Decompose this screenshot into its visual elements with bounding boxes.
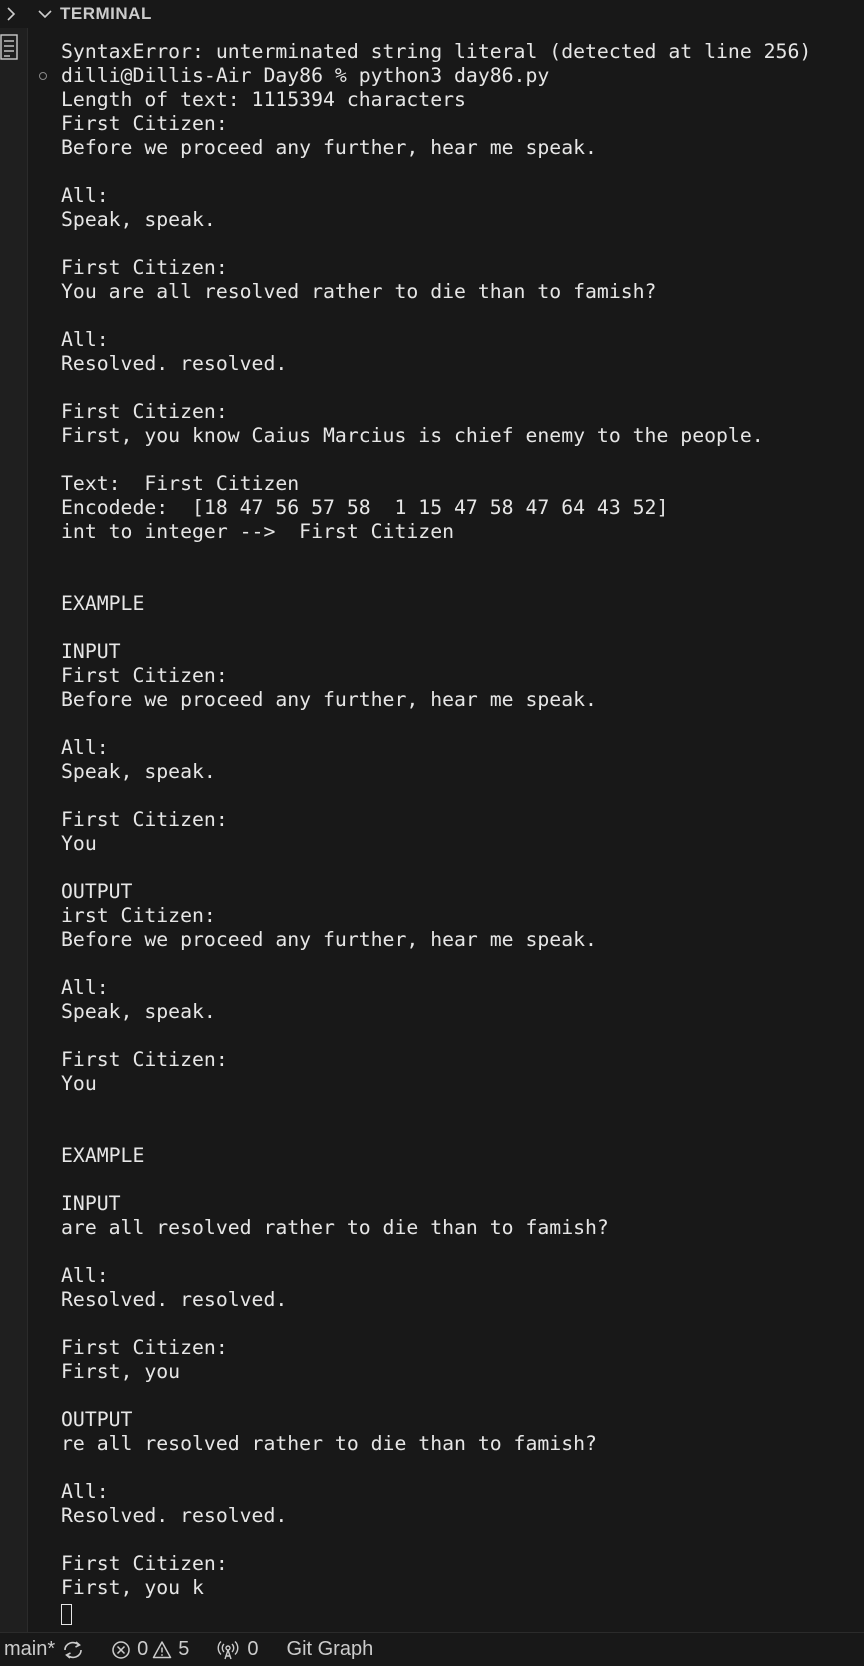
error-circle-icon [111, 1640, 131, 1660]
warning-count: 5 [178, 1638, 190, 1660]
problems-indicator[interactable]: 0 5 [111, 1633, 189, 1666]
ports-count: 0 [247, 1638, 259, 1660]
terminal-output: SyntaxError: unterminated string literal… [61, 40, 812, 1599]
side-strip [0, 28, 28, 1632]
broadcast-icon [217, 1640, 239, 1660]
vscode-window: TERMINAL SyntaxError: unterminated strin… [0, 0, 864, 1666]
list-icon[interactable] [0, 34, 20, 62]
error-count: 0 [137, 1638, 149, 1660]
terminal-cursor [61, 1604, 72, 1625]
terminal-panel-header: TERMINAL [0, 0, 864, 28]
command-status-icon [39, 72, 47, 80]
terminal-tab-title[interactable]: TERMINAL [60, 4, 152, 24]
chevron-right-icon[interactable] [0, 0, 22, 28]
status-bar: main* 0 5 0 Git Graph [0, 1632, 864, 1666]
chevron-down-icon[interactable] [34, 0, 56, 28]
sync-icon[interactable] [61, 1633, 85, 1666]
warning-triangle-icon [152, 1640, 172, 1660]
git-graph-button[interactable]: Git Graph [287, 1633, 374, 1666]
branch-indicator[interactable]: main* [4, 1633, 55, 1666]
terminal-view[interactable]: SyntaxError: unterminated string literal… [28, 28, 864, 1632]
ports-indicator[interactable]: 0 [217, 1633, 259, 1666]
